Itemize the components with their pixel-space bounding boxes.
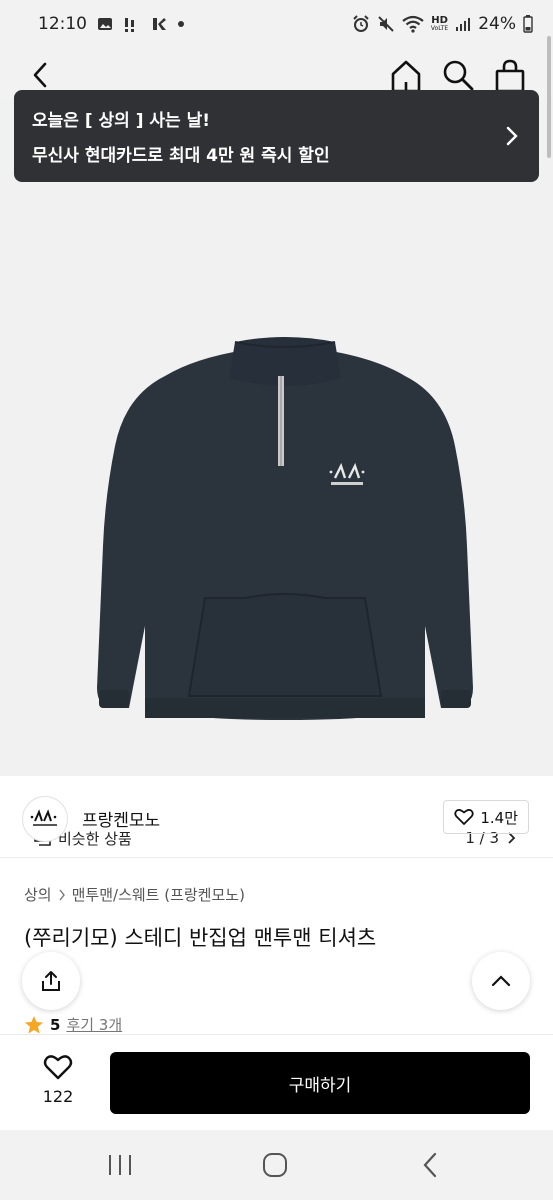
- search-icon: [443, 60, 474, 91]
- app-k-icon: [151, 16, 167, 32]
- chevron-left-icon: [33, 62, 47, 88]
- recents-button[interactable]: [106, 1152, 134, 1178]
- wishlist-button[interactable]: 122: [30, 1053, 86, 1123]
- wifi-icon: [402, 15, 424, 33]
- buy-button[interactable]: 구매하기: [110, 1052, 530, 1114]
- back-icon: [423, 1152, 437, 1178]
- chevron-right-icon: [59, 889, 65, 900]
- status-bar: 12:10 HD VoLTE 24%: [0, 0, 553, 48]
- scroll-to-top-button[interactable]: [472, 952, 530, 1010]
- search-button[interactable]: [441, 58, 475, 92]
- brand-row: 프랑켄모노 1.4만: [0, 778, 553, 858]
- brand-name[interactable]: 프랑켄모노: [82, 806, 160, 831]
- back-button[interactable]: [26, 60, 56, 90]
- brand-logo[interactable]: [22, 796, 68, 842]
- recents-icon: [109, 1155, 131, 1175]
- breadcrumb-subcategory[interactable]: 맨투맨/스웨트 (프랑켄모노): [72, 884, 245, 905]
- alarm-icon: [352, 15, 370, 33]
- product-image-carousel[interactable]: 비슷한 상품 1 / 3: [0, 100, 553, 854]
- product-image-sweatshirt: [97, 337, 473, 720]
- battery-percent: 24%: [478, 14, 516, 34]
- star-icon: [25, 1015, 43, 1033]
- review-count-link[interactable]: 후기 3개: [66, 1014, 122, 1035]
- heart-icon: [454, 809, 474, 825]
- purchase-action-bar: 122 구매하기: [0, 1034, 553, 1130]
- brand-like-count: 1.4만: [480, 808, 518, 827]
- brand-logo-icon: [30, 809, 57, 826]
- brand-like-button[interactable]: 1.4만: [443, 800, 529, 834]
- chevron-up-icon: [491, 975, 511, 987]
- home-button[interactable]: [388, 58, 424, 94]
- cart-button[interactable]: [493, 58, 527, 94]
- breadcrumb: 상의 맨투맨/스웨트 (프랑켄모노): [24, 884, 245, 905]
- breadcrumb-category[interactable]: 상의: [24, 884, 52, 905]
- hd-voice-icon: HD VoLTE: [430, 15, 449, 32]
- notification-icon: [123, 16, 141, 32]
- signal-icon: [455, 16, 471, 32]
- system-back-button[interactable]: [420, 1150, 440, 1180]
- product-title: (쭈리기모) 스테디 반집업 맨투맨 티셔츠: [24, 926, 377, 950]
- system-home-button[interactable]: [262, 1152, 288, 1178]
- wishlist-count: 122: [42, 1087, 74, 1106]
- status-time: 12:10: [38, 14, 87, 34]
- home-circle-icon: [263, 1153, 287, 1177]
- chevron-right-icon: [506, 126, 518, 146]
- shopping-bag-icon: [495, 59, 525, 93]
- rating-score: 5: [50, 1015, 61, 1034]
- dot-icon: [177, 20, 185, 28]
- rating-summary: 5 후기 3개: [24, 1014, 122, 1035]
- system-nav-bar: [0, 1130, 553, 1200]
- home-icon: [391, 60, 421, 93]
- promo-title: 오늘은 [ 상의 ] 사는 날!: [32, 111, 211, 131]
- promo-subtitle: 무신사 현대카드로 최대 4만 원 즉시 할인: [32, 146, 330, 166]
- promo-banner[interactable]: 오늘은 [ 상의 ] 사는 날! 무신사 현대카드로 최대 4만 원 즉시 할인: [14, 90, 539, 182]
- mute-icon: [377, 15, 395, 33]
- heart-icon: [43, 1055, 73, 1080]
- scrollbar-thumb[interactable]: [547, 36, 551, 158]
- gallery-icon: [97, 16, 113, 32]
- battery-icon: [523, 15, 533, 33]
- share-button[interactable]: [22, 952, 80, 1010]
- share-icon: [42, 971, 60, 991]
